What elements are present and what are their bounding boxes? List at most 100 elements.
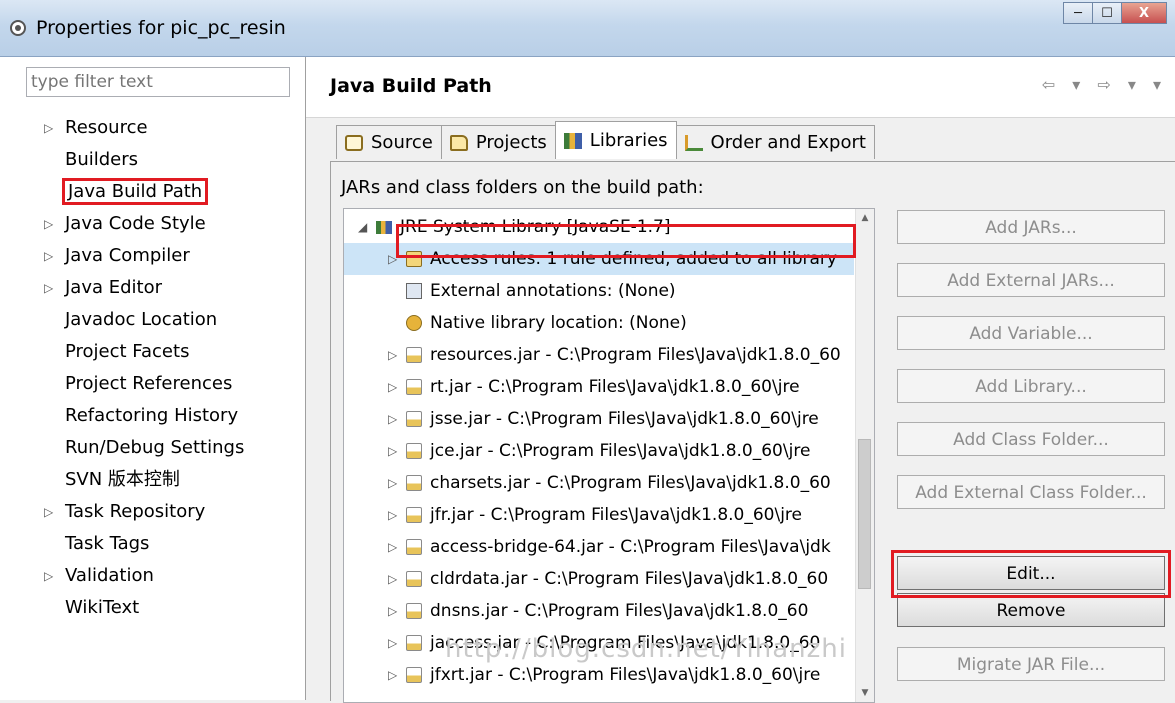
nav-item-project-references[interactable]: Project References	[0, 368, 305, 400]
window-title: Properties for pic_pc_resin	[36, 17, 286, 39]
add-jars-button[interactable]: Add JARs...	[897, 210, 1165, 244]
annotation-icon	[406, 283, 422, 299]
close-button[interactable]: X	[1121, 2, 1167, 24]
nav-item-wikitext[interactable]: WikiText	[0, 592, 305, 624]
migrate-jar-file-button[interactable]: Migrate JAR File...	[897, 647, 1165, 681]
expand-arrow-icon[interactable]: ▷	[388, 339, 397, 371]
folder-icon	[449, 134, 468, 151]
nav-item-refactoring-history[interactable]: Refactoring History	[0, 400, 305, 432]
expand-arrow-icon[interactable]: ▷	[388, 563, 397, 595]
expand-arrow-icon[interactable]: ▷	[388, 467, 397, 499]
scroll-up-icon[interactable]: ▲	[856, 209, 874, 227]
expand-arrow-icon[interactable]: ▷	[44, 272, 53, 304]
tab-projects[interactable]: Projects	[440, 125, 556, 159]
nav-item-label: SVN 版本控制	[65, 469, 180, 490]
tree-row-label: Native library location: (None)	[430, 313, 687, 333]
nav-item-java-build-path[interactable]: Java Build Path	[0, 176, 305, 208]
scroll-thumb[interactable]	[858, 439, 871, 589]
tab-label: Libraries	[589, 129, 668, 151]
tree-row-label: jce.jar - C:\Program Files\Java\jdk1.8.0…	[430, 441, 811, 461]
nav-item-label: Resource	[65, 117, 148, 138]
build-path-tree[interactable]: ▲ ▼ ◢ JRE System Library [JavaSE-1.7] ▷ Acc…	[343, 208, 875, 703]
tree-row[interactable]: ▷ cldrdata.jar - C:\Program Files\Java\jd…	[344, 563, 854, 595]
source-icon	[345, 134, 363, 151]
history-nav-arrows[interactable]: ⇦ ▾ ⇨ ▾ ▾	[1042, 75, 1167, 94]
nav-item-label: Java Compiler	[65, 245, 190, 266]
jar-icon	[406, 635, 422, 651]
tab-libraries[interactable]: Libraries	[554, 121, 677, 159]
tree-row-label: dnsns.jar - C:\Program Files\Java\jdk1.8…	[430, 601, 809, 621]
expand-arrow-icon[interactable]: ▷	[44, 496, 53, 528]
order-icon	[684, 134, 703, 151]
nav-item-label: Task Repository	[65, 501, 206, 522]
minimize-button[interactable]: ─	[1063, 2, 1093, 24]
tree-row[interactable]: Native library location: (None)	[344, 307, 854, 339]
nav-item-label: Run/Debug Settings	[65, 437, 245, 458]
tab-label: Projects	[475, 131, 547, 153]
expand-arrow-icon[interactable]: ▷	[388, 531, 397, 563]
expand-arrow-icon[interactable]: ▷	[44, 112, 53, 144]
libraries-tab-body: JARs and class folders on the build path…	[330, 161, 1175, 703]
remove-button[interactable]: Remove	[897, 593, 1165, 627]
filter-input[interactable]	[26, 67, 290, 97]
jar-icon	[406, 667, 422, 683]
nav-item-javadoc-location[interactable]: Javadoc Location	[0, 304, 305, 336]
nav-item-svn[interactable]: SVN 版本控制	[0, 464, 305, 496]
tree-scrollbar[interactable]: ▲ ▼	[855, 209, 874, 702]
nav-item-project-facets[interactable]: Project Facets	[0, 336, 305, 368]
expand-arrow-icon[interactable]: ▷	[388, 371, 397, 403]
tree-row[interactable]: ▷ rt.jar - C:\Program Files\Java\jdk1.8.0…	[344, 371, 854, 403]
highlight-annotation-box	[891, 550, 1171, 598]
libraries-description: JARs and class folders on the build path…	[341, 177, 704, 198]
title-bar: Properties for pic_pc_resin ─ ☐ X	[0, 0, 1175, 57]
expand-arrow-icon[interactable]: ▷	[44, 560, 53, 592]
nav-item-run-debug-settings[interactable]: Run/Debug Settings	[0, 432, 305, 464]
tree-row[interactable]: ▷ resources.jar - C:\Program Files\Java\j…	[344, 339, 854, 371]
tree-row[interactable]: ▷ jce.jar - C:\Program Files\Java\jdk1.8.…	[344, 435, 854, 467]
expand-arrow-icon[interactable]: ▷	[388, 595, 397, 627]
jar-icon	[406, 475, 422, 491]
tree-row-label: cldrdata.jar - C:\Program Files\Java\jdk…	[430, 569, 829, 589]
add-library-button[interactable]: Add Library...	[897, 369, 1165, 403]
add-variable-button[interactable]: Add Variable...	[897, 316, 1165, 350]
nav-item-resource[interactable]: ▷ Resource	[0, 112, 305, 144]
tree-row[interactable]: ▷ access-bridge-64.jar - C:\Program Files…	[344, 531, 854, 563]
tab-order-and-export[interactable]: Order and Export	[675, 125, 875, 159]
tree-row[interactable]: ▷ charsets.jar - C:\Program Files\Java\jd…	[344, 467, 854, 499]
tree-row-label: rt.jar - C:\Program Files\Java\jdk1.8.0_…	[430, 377, 800, 397]
tab-source[interactable]: Source	[336, 125, 442, 159]
nav-item-label: Project References	[65, 373, 233, 394]
expand-arrow-icon[interactable]: ▷	[388, 627, 397, 659]
nav-item-java-code-style[interactable]: ▷ Java Code Style	[0, 208, 305, 240]
tree-row[interactable]: ▷ jfr.jar - C:\Program Files\Java\jdk1.8.…	[344, 499, 854, 531]
nav-item-builders[interactable]: Builders	[0, 144, 305, 176]
tree-row[interactable]: ▷ dnsns.jar - C:\Program Files\Java\jdk1.…	[344, 595, 854, 627]
jar-icon	[406, 603, 422, 619]
nav-item-task-tags[interactable]: Task Tags	[0, 528, 305, 560]
nav-item-task-repository[interactable]: ▷ Task Repository	[0, 496, 305, 528]
add-class-folder-button[interactable]: Add Class Folder...	[897, 422, 1165, 456]
nav-item-label: Javadoc Location	[65, 309, 218, 330]
nav-item-java-compiler[interactable]: ▷ Java Compiler	[0, 240, 305, 272]
nav-item-label: Refactoring History	[65, 405, 239, 426]
tree-row[interactable]: ▷ jsse.jar - C:\Program Files\Java\jdk1.8…	[344, 403, 854, 435]
expand-arrow-icon[interactable]: ▷	[44, 240, 53, 272]
nav-item-validation[interactable]: ▷ Validation	[0, 560, 305, 592]
jar-icon	[406, 443, 422, 459]
add-external-jars-button[interactable]: Add External JARs...	[897, 263, 1165, 297]
scroll-down-icon[interactable]: ▼	[856, 684, 874, 702]
nav-item-java-editor[interactable]: ▷ Java Editor	[0, 272, 305, 304]
expand-arrow-icon[interactable]: ▷	[388, 435, 397, 467]
page-title: Java Build Path	[330, 75, 492, 97]
expand-arrow-icon[interactable]: ◢	[358, 211, 367, 243]
page-header: Java Build Path ⇦ ▾ ⇨ ▾ ▾	[306, 57, 1175, 118]
expand-arrow-icon[interactable]: ▷	[44, 208, 53, 240]
navigation-tree: ▷ Resource Builders Java Build Path ▷ Java Co…	[0, 112, 305, 624]
maximize-button[interactable]: ☐	[1092, 2, 1122, 24]
nav-item-label: Java Build Path	[61, 178, 209, 205]
add-external-class-folder-button[interactable]: Add External Class Folder...	[897, 475, 1165, 509]
expand-arrow-icon[interactable]: ▷	[388, 403, 397, 435]
tree-row[interactable]: External annotations: (None)	[344, 275, 854, 307]
expand-arrow-icon[interactable]: ▷	[388, 659, 397, 691]
expand-arrow-icon[interactable]: ▷	[388, 499, 397, 531]
